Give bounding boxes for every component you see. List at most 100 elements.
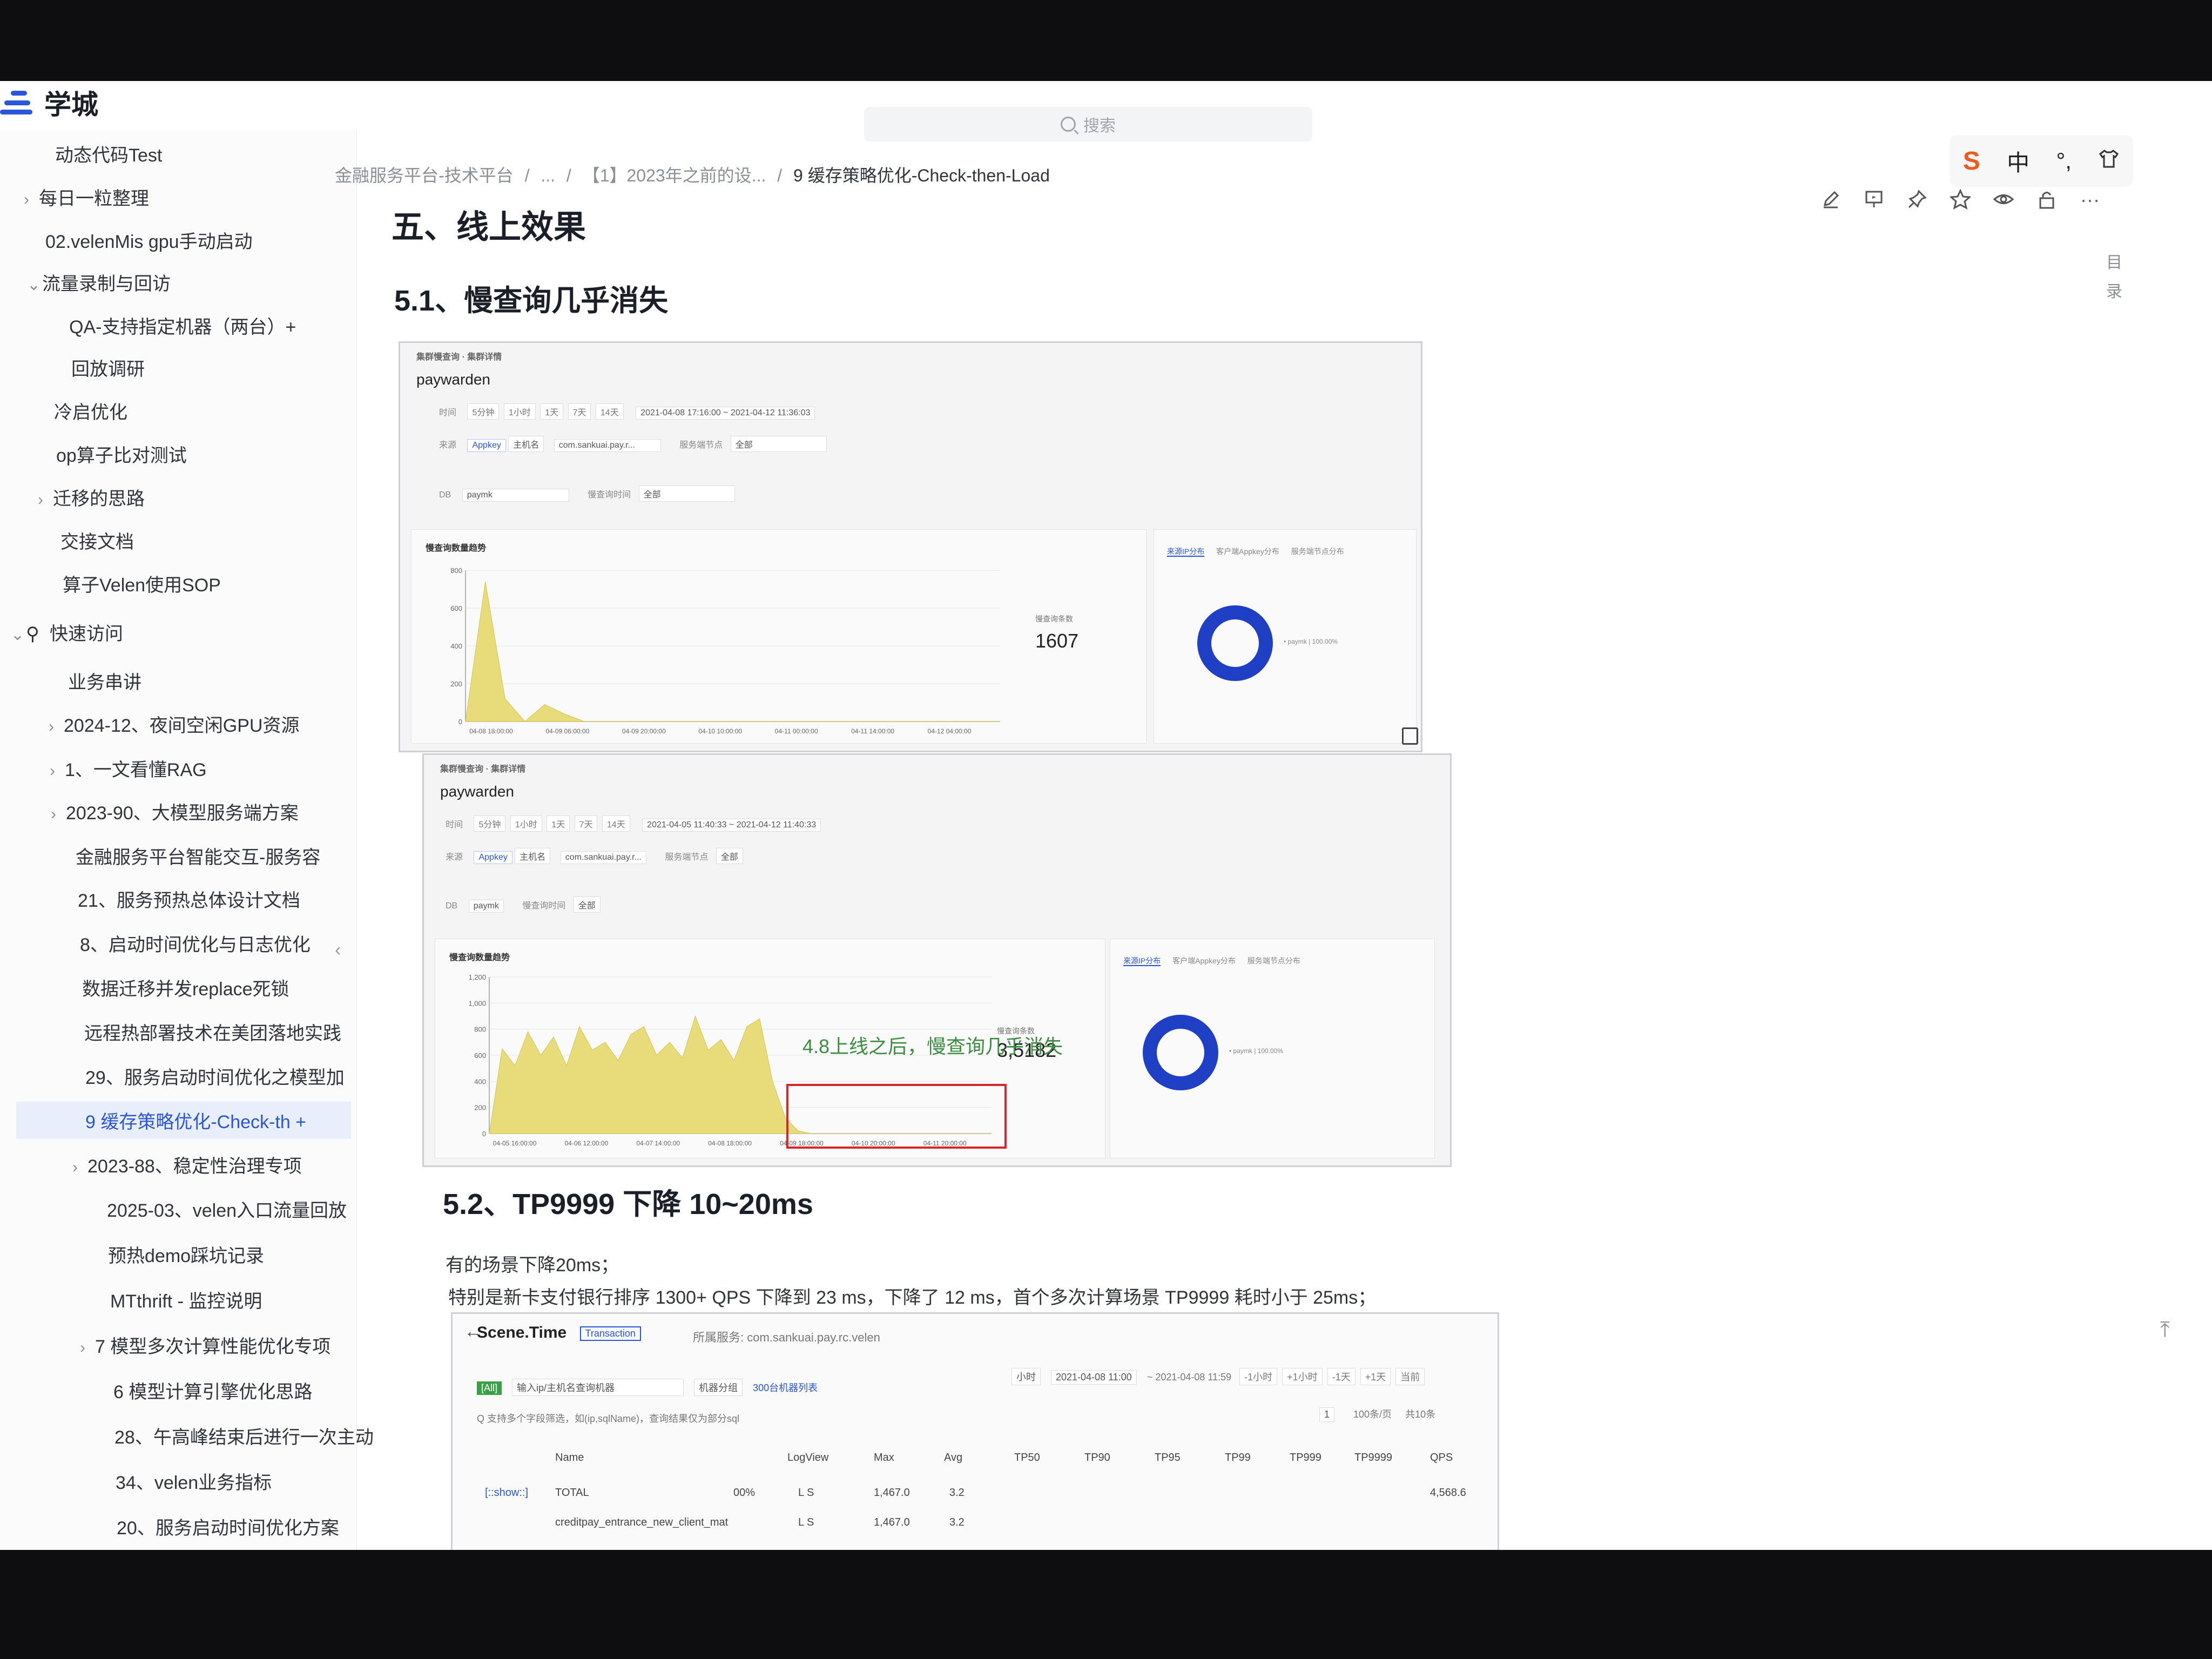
sidebar-item[interactable]: › 7 模型多次计算性能优化专项: [80, 1332, 399, 1358]
nav-minus-1h[interactable]: -1小时: [1239, 1368, 1278, 1385]
back-to-top-button[interactable]: ⤒: [2160, 1318, 2170, 1342]
appkey-select[interactable]: com.sankuai.pay.r...: [560, 851, 646, 864]
unit-select[interactable]: 小时: [1011, 1368, 1041, 1385]
range-1d[interactable]: 1天: [547, 815, 570, 832]
sidebar-item[interactable]: › 2024-12、夜间空闲GPU资源: [49, 711, 367, 737]
col-tp99[interactable]: TP99: [1225, 1452, 1251, 1464]
all-button[interactable]: [All]: [477, 1381, 502, 1395]
col-max[interactable]: Max: [874, 1452, 894, 1464]
sidebar-item[interactable]: 冷启优化: [39, 397, 358, 424]
range-7d[interactable]: 7天: [568, 403, 591, 420]
col-logview[interactable]: LogView: [787, 1452, 828, 1464]
tab-appkey[interactable]: 客户端Appkey分布: [1216, 547, 1279, 556]
range-7d[interactable]: 7天: [574, 815, 598, 832]
tab-ip[interactable]: 来源IP分布: [1167, 547, 1205, 557]
col-tp999[interactable]: TP999: [1290, 1452, 1321, 1464]
time-range-input[interactable]: 2021-04-08 17:16:00 ~ 2021-04-12 11:36:0…: [636, 407, 815, 420]
sidebar-collapse-button[interactable]: ‹: [335, 940, 354, 972]
filter-hint[interactable]: Q 支持多个字段筛选，如(ip,sqlName)，查询结果仅为部分sql: [477, 1411, 739, 1425]
nav-plus-1d[interactable]: +1天: [1360, 1368, 1391, 1385]
range-5min[interactable]: 5分钟: [467, 403, 500, 420]
sidebar-item[interactable]: op算子比对测试: [41, 441, 360, 467]
sidebar-item-label: 快速访问: [50, 624, 123, 644]
show-link[interactable]: [::show::]: [485, 1487, 528, 1499]
sidebar-item[interactable]: 34、velen业务指标: [100, 1468, 419, 1494]
node-select[interactable]: 全部: [730, 436, 827, 452]
range-1d[interactable]: 1天: [540, 403, 564, 420]
sidebar-item[interactable]: 数据迁移并发replace死锁: [67, 974, 386, 1001]
time-range-input[interactable]: 2021-04-05 11:40:33 ~ 2021-04-12 11:40:3…: [642, 819, 821, 832]
tab-ip[interactable]: 来源IP分布: [1123, 956, 1161, 966]
nav-plus-1h[interactable]: +1小时: [1282, 1368, 1323, 1385]
sidebar-item[interactable]: 29、服务启动时间优化之模型加: [70, 1063, 389, 1089]
app-logo[interactable]: 学城: [0, 86, 98, 120]
appkey-chip[interactable]: Appkey: [474, 851, 512, 864]
per-page[interactable]: 100条/页: [1353, 1409, 1392, 1420]
sidebar-item[interactable]: 交接文档: [45, 527, 364, 554]
sidebar-item[interactable]: 业务串讲: [53, 667, 372, 694]
col-tp9999[interactable]: TP9999: [1354, 1452, 1392, 1464]
tab-appkey[interactable]: 客户端Appkey分布: [1172, 956, 1236, 965]
sidebar-item[interactable]: › 2023-88、稳定性治理专项: [72, 1151, 391, 1178]
nav-now[interactable]: 当前: [1395, 1368, 1425, 1385]
breadcrumb-item[interactable]: ...: [541, 166, 555, 185]
sidebar-item[interactable]: 远程热部署技术在美团落地实践: [69, 1019, 388, 1045]
sidebar-item[interactable]: › 每日一粒整理: [24, 184, 342, 210]
db-select[interactable]: paymk: [468, 900, 504, 913]
sidebar-item[interactable]: › 1、一文看懂RAG: [50, 755, 368, 781]
tab-node[interactable]: 服务端节点分布: [1291, 547, 1344, 556]
sidebar-item[interactable]: 动态代码Test: [40, 140, 359, 167]
sidebar-item[interactable]: › 2023-90、大模型服务端方案: [51, 798, 369, 825]
range-14d[interactable]: 14天: [602, 815, 630, 832]
host-chip[interactable]: 主机名: [508, 436, 544, 452]
sidebar-item-current-doc[interactable]: 9 缓存策略优化-Check-th +: [16, 1102, 351, 1139]
sidebar-item[interactable]: 02.velenMis gpu手动启动: [30, 227, 349, 253]
col-tp95[interactable]: TP95: [1155, 1452, 1181, 1464]
toc-button[interactable]: 目录: [2106, 248, 2122, 307]
sidebar-item[interactable]: 回放调研: [56, 354, 375, 381]
node-select[interactable]: 全部: [716, 848, 743, 864]
sidebar-item[interactable]: 预热demo踩坑记录: [93, 1241, 412, 1267]
sidebar-item[interactable]: 28、午高峰结束后进行一次主动: [99, 1422, 418, 1449]
page-number[interactable]: 1: [1319, 1407, 1335, 1422]
col-tp50[interactable]: TP50: [1014, 1452, 1040, 1464]
range-1h[interactable]: 1小时: [503, 403, 536, 420]
time-cost-select[interactable]: 全部: [573, 896, 601, 913]
machine-list-link[interactable]: 300台机器列表: [753, 1382, 818, 1393]
row-logview[interactable]: L S: [798, 1516, 814, 1529]
copy-icon[interactable]: [1402, 727, 1418, 745]
sidebar-item[interactable]: 6 模型计算引擎优化思路: [98, 1377, 417, 1404]
col-name[interactable]: Name: [555, 1452, 584, 1464]
col-qps[interactable]: QPS: [1430, 1452, 1453, 1464]
appkey-chip[interactable]: Appkey: [467, 439, 506, 452]
group-select[interactable]: 机器分组: [694, 1379, 743, 1396]
sidebar-section-quick-access[interactable]: ⌄⚲ 快速访问: [11, 619, 329, 645]
start-time-input[interactable]: 2021-04-08 11:00: [1051, 1370, 1137, 1385]
col-avg[interactable]: Avg: [944, 1452, 962, 1464]
breadcrumb-item[interactable]: 金融服务平台-技术平台: [335, 166, 514, 185]
ip-search-input[interactable]: 输入ip/主机名查询机器: [512, 1379, 684, 1396]
sidebar-item[interactable]: 算子Velen使用SOP: [48, 570, 366, 597]
sidebar-item[interactable]: 金融服务平台智能交互-服务容: [60, 842, 379, 869]
sidebar-item[interactable]: 2025-03、velen入口流量回放: [92, 1196, 410, 1222]
nav-minus-1d[interactable]: -1天: [1327, 1368, 1355, 1385]
sidebar-item[interactable]: 20、服务启动时间优化方案: [102, 1513, 420, 1540]
sidebar-item[interactable]: QA-支持指定机器（两台）+: [54, 312, 373, 339]
db-select[interactable]: paymk: [462, 489, 569, 502]
time-cost-select[interactable]: 全部: [638, 485, 735, 502]
tab-node[interactable]: 服务端节点分布: [1247, 956, 1300, 965]
range-14d[interactable]: 14天: [595, 403, 624, 420]
sidebar-item[interactable]: › 迁移的思路: [38, 484, 356, 510]
breadcrumb-item[interactable]: 【1】2023年之前的设...: [583, 166, 766, 185]
sidebar-item[interactable]: 21、服务预热总体设计文档: [63, 886, 381, 912]
col-tp90[interactable]: TP90: [1084, 1452, 1110, 1464]
sidebar-item-label: 算子Velen使用SOP: [63, 575, 221, 596]
row-logview[interactable]: L S: [798, 1487, 814, 1499]
range-5min[interactable]: 5分钟: [474, 815, 506, 832]
sidebar-item-label: 7 模型多次计算性能优化专项: [95, 1337, 331, 1357]
host-chip[interactable]: 主机名: [515, 848, 551, 864]
sidebar-item[interactable]: MTthrift - 监控说明: [95, 1286, 414, 1313]
sidebar-item[interactable]: ⌄流量录制与回访: [27, 269, 346, 295]
range-1h[interactable]: 1小时: [510, 815, 542, 832]
appkey-select[interactable]: com.sankuai.pay.r...: [554, 439, 661, 452]
